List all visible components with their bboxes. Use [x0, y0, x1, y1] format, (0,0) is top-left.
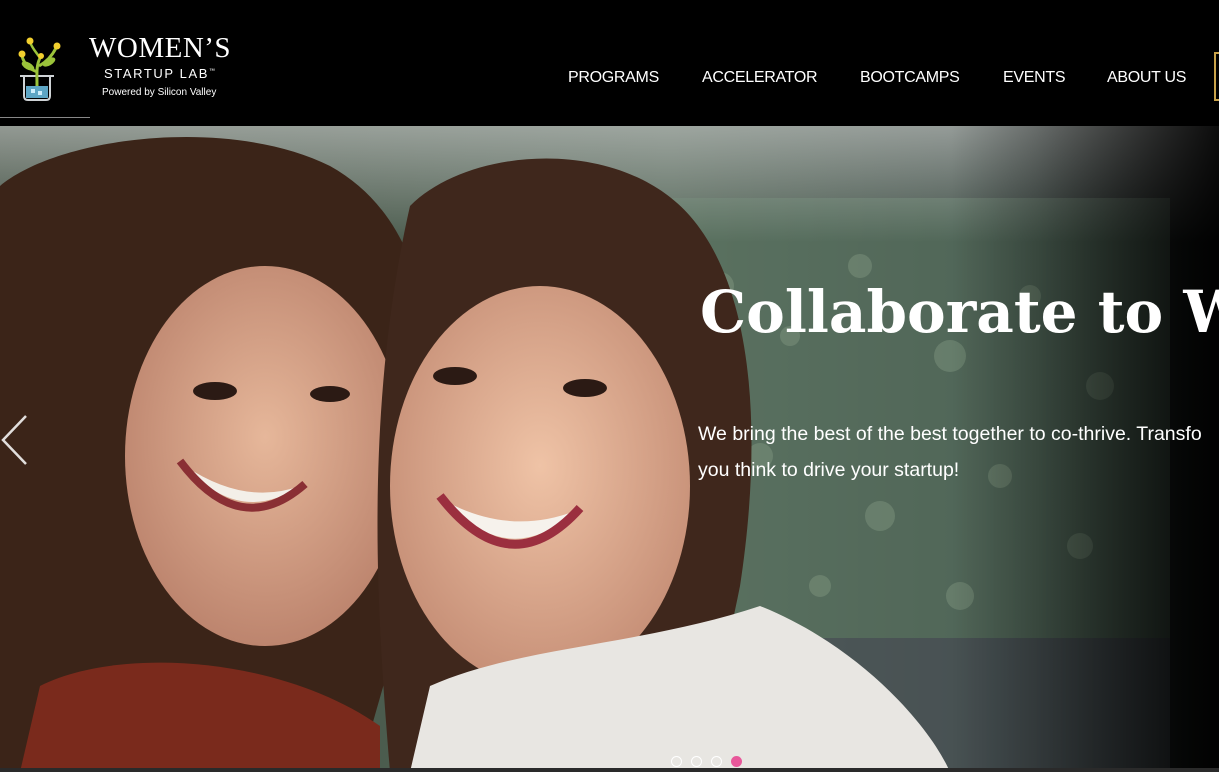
nav-item-about-us[interactable]: ABOUT US — [1107, 69, 1186, 87]
slide-dot-3[interactable] — [711, 756, 722, 767]
site-header: WOMEN’S STARTUP LAB™ Powered by Silicon … — [0, 0, 1219, 126]
brand-name-secondary: STARTUP LAB™ — [104, 67, 215, 80]
hero-description: We bring the best of the best together t… — [698, 416, 1219, 488]
brand-name-secondary-text: STARTUP LAB — [104, 66, 210, 81]
brand-tagline: Powered by Silicon Valley — [102, 87, 217, 98]
hero-title: Collaborate to Win — [700, 278, 1219, 346]
hero-bottom-edge — [0, 768, 1219, 772]
slide-dot-1[interactable] — [671, 756, 682, 767]
brand-name-primary: WOMEN’S — [89, 32, 232, 64]
plant-jar-logo-icon — [18, 37, 61, 101]
nav-item-programs[interactable]: PROGRAMS — [568, 69, 659, 87]
logo-divider — [0, 117, 90, 118]
nav-item-events[interactable]: EVENTS — [1003, 69, 1066, 87]
nav-cta-button-edge[interactable] — [1214, 52, 1219, 101]
hero-slideshow: Collaborate to Win We bring the best of … — [0, 126, 1219, 772]
nav-item-accelerator[interactable]: ACCELERATOR — [702, 69, 818, 87]
previous-slide-arrow-icon[interactable] — [0, 414, 30, 466]
nav-item-bootcamps[interactable]: BOOTCAMPS — [860, 69, 960, 87]
slide-dot-4-active[interactable] — [731, 756, 742, 767]
hero-description-line-2: you think to drive your startup! — [698, 459, 960, 481]
slide-dot-2[interactable] — [691, 756, 702, 767]
trademark-symbol: ™ — [209, 68, 216, 75]
hero-description-line-1: We bring the best of the best together t… — [698, 423, 1202, 445]
